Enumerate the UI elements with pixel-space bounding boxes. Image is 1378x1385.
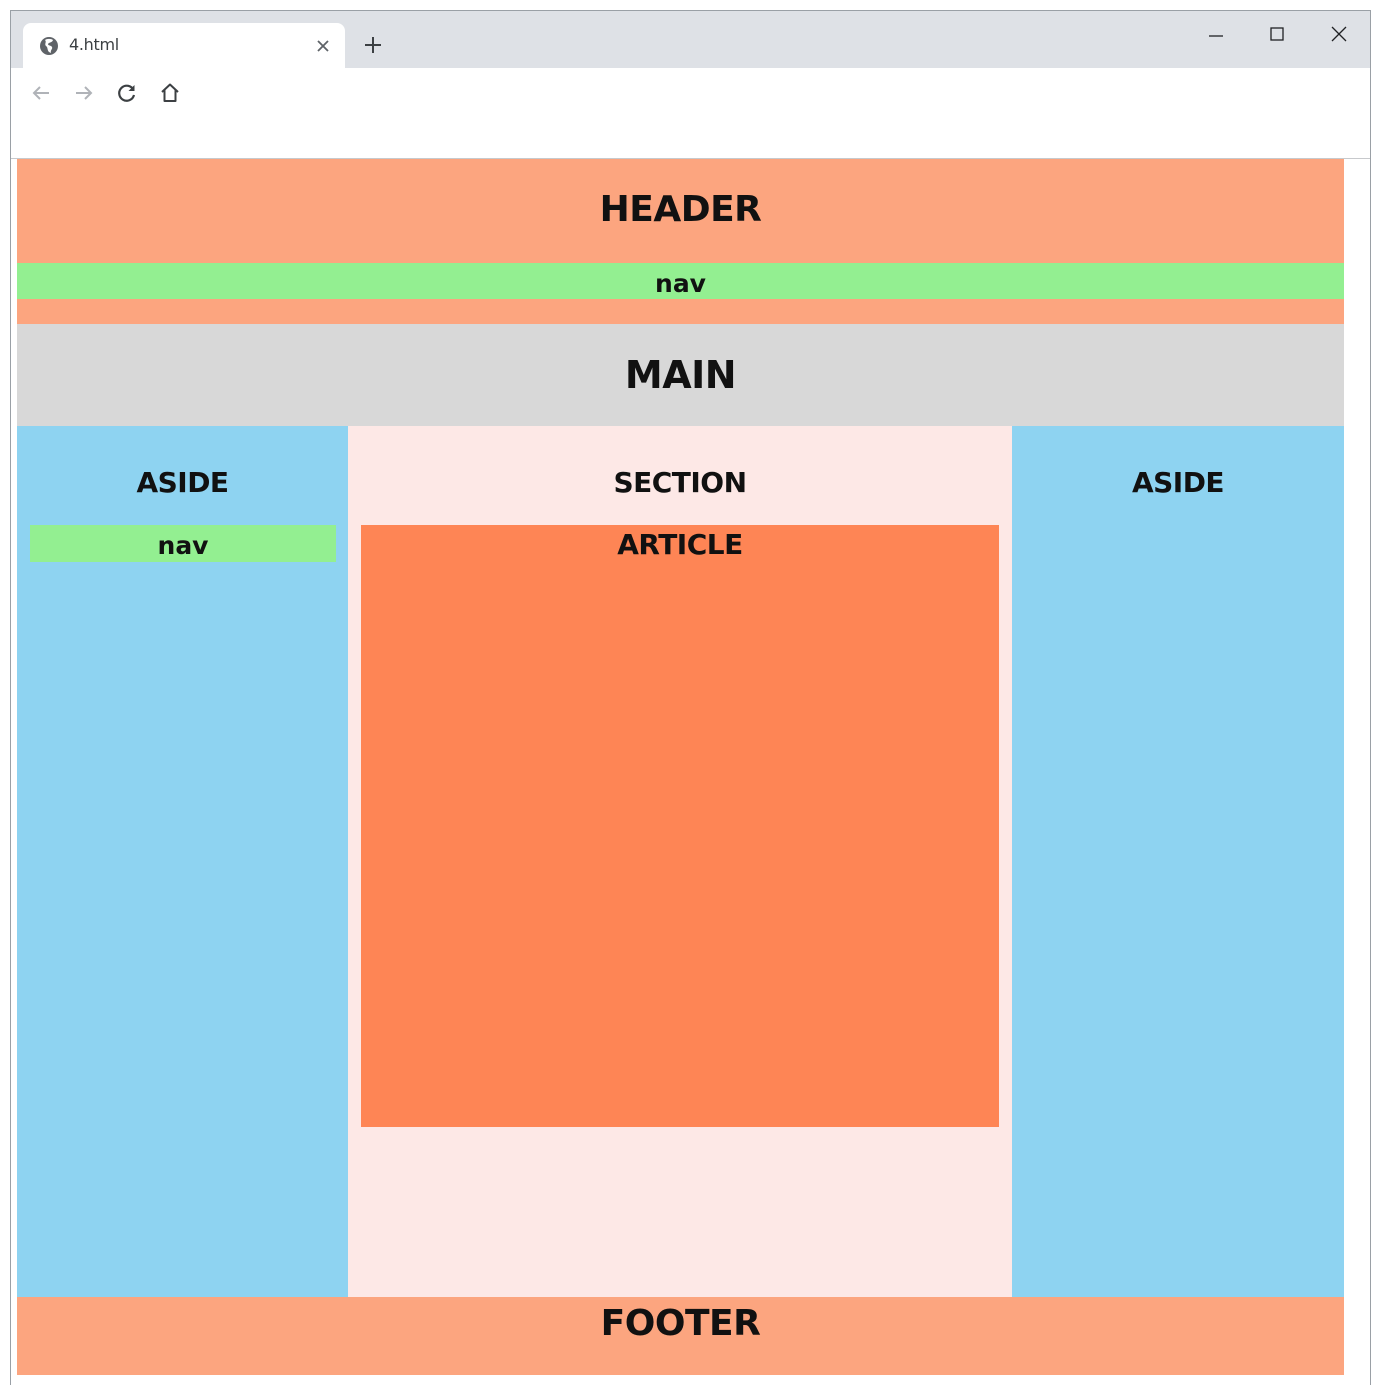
main-block: MAIN (17, 324, 1344, 426)
section-label: SECTION (613, 466, 747, 499)
reload-icon[interactable] (112, 78, 142, 108)
page-viewport: HEADER nav MAIN ASIDE nav SECTION ARTICL… (17, 159, 1344, 1375)
close-icon[interactable] (313, 36, 333, 56)
maximize-icon[interactable] (1254, 19, 1300, 49)
footer-label: FOOTER (600, 1303, 761, 1344)
aside-right-label: ASIDE (1131, 466, 1225, 499)
header-nav-label: nav (655, 269, 706, 298)
article-block: ARTICLE (361, 525, 999, 1127)
back-arrow-icon[interactable] (26, 78, 56, 108)
header-label: HEADER (599, 189, 762, 230)
footer-block: FOOTER (17, 1297, 1344, 1375)
aside-left-block: ASIDE nav (17, 426, 348, 1297)
main-label: MAIN (624, 353, 737, 397)
globe-icon (39, 36, 59, 56)
aside-left-label: ASIDE (136, 466, 229, 499)
article-label: ARTICLE (617, 528, 743, 561)
section-block: SECTION ARTICLE (348, 426, 1012, 1297)
forward-arrow-icon[interactable] (69, 78, 99, 108)
window-close-icon[interactable] (1316, 19, 1362, 49)
tab-active[interactable]: 4.html (23, 23, 345, 68)
home-icon[interactable] (155, 78, 185, 108)
browser-toolbar (11, 68, 1370, 159)
aside-nav-label: nav (157, 531, 209, 560)
header-nav-block: nav (17, 263, 1344, 299)
aside-right-block: ASIDE (1012, 426, 1344, 1297)
aside-nav-block: nav (30, 525, 336, 562)
minimize-icon[interactable] (1193, 19, 1239, 49)
plus-icon[interactable] (361, 33, 385, 57)
tab-strip: 4.html (11, 11, 1370, 68)
tab-title: 4.html (69, 35, 119, 54)
header-block: HEADER nav (17, 159, 1344, 324)
